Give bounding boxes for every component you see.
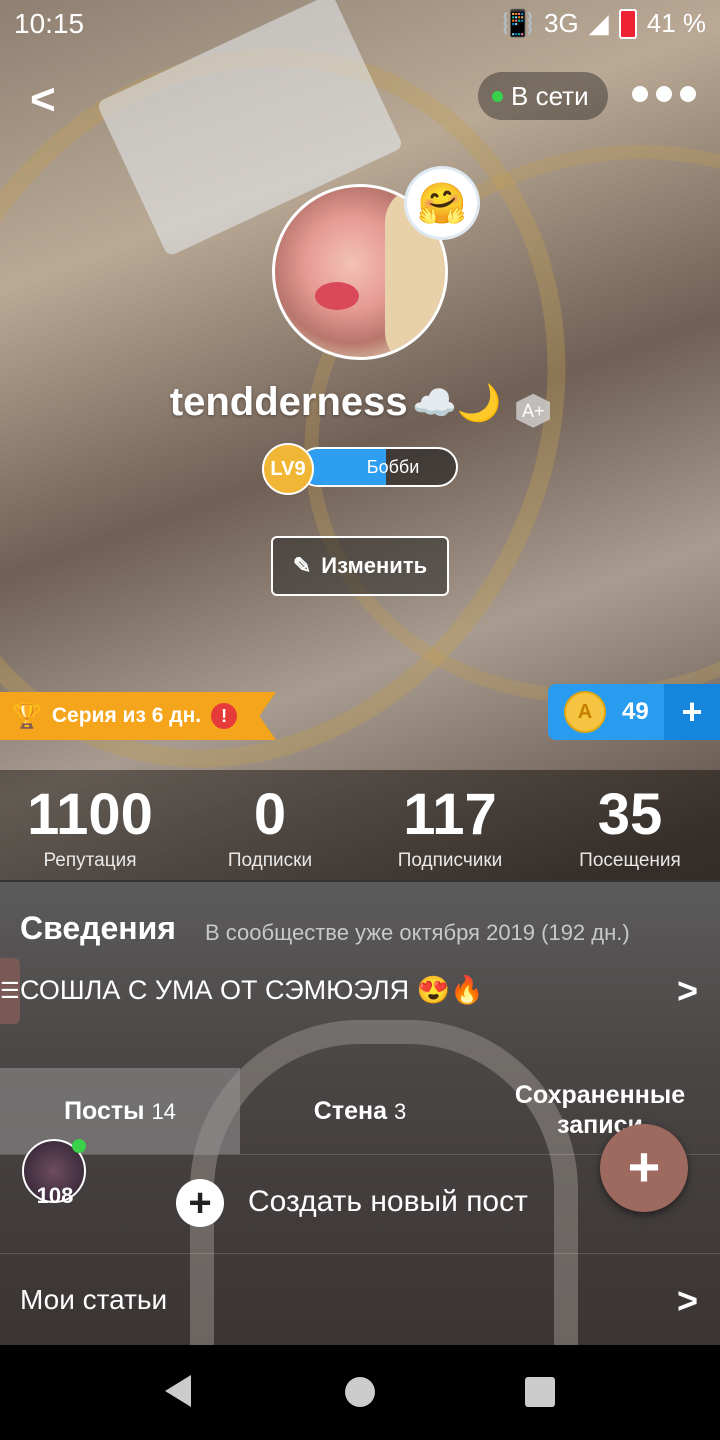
back-button[interactable]: <	[30, 75, 56, 125]
stat-visits[interactable]: 35 Посещения	[540, 770, 720, 882]
tab-posts[interactable]: Посты 14	[0, 1068, 240, 1154]
username: tendderness	[169, 380, 408, 424]
stat-label: Посещения	[579, 850, 681, 871]
bio-row[interactable]: ☰ СОШЛА С УМА ОТ СЭМЮЭЛЯ 😍🔥 >	[0, 958, 720, 1024]
status-time: 10:15	[14, 8, 85, 39]
trophy-icon: 🏆	[12, 702, 42, 730]
stat-label: Репутация	[43, 850, 137, 871]
level-crown-icon: LV9	[262, 443, 314, 495]
stat-reputation[interactable]: 1100 Репутация	[0, 770, 180, 882]
stat-value: 0	[253, 782, 287, 847]
network-label: 3G	[544, 8, 579, 38]
back-nav-icon[interactable]	[165, 1375, 191, 1407]
level-title: Бобби	[366, 457, 420, 477]
streak-banner[interactable]: 🏆 Серия из 6 дн. !	[0, 692, 276, 740]
online-dot-icon	[72, 1139, 86, 1153]
battery-icon	[618, 8, 637, 39]
dot-icon	[656, 86, 672, 102]
dot-icon	[632, 86, 648, 102]
create-post-label: Создать новый пост	[248, 1185, 528, 1218]
menu-handle-icon[interactable]: ☰	[0, 958, 20, 1024]
system-nav-bar	[0, 1345, 720, 1440]
avatar-sticker: 🤗	[404, 166, 480, 240]
vibrate-icon: 📳	[501, 8, 535, 38]
bio-text: СОШЛА С УМА ОТ СЭМЮЭЛЯ 😍🔥	[20, 975, 484, 1005]
tab-wall[interactable]: Стена 3	[240, 1068, 480, 1154]
chevron-left-icon: <	[30, 75, 56, 124]
recents-nav-icon[interactable]	[525, 1377, 555, 1407]
stat-value: 117	[403, 782, 497, 847]
my-articles-label: Мои статьи	[20, 1284, 168, 1315]
stat-following[interactable]: 0 Подписки	[180, 770, 360, 882]
level-label: LV9	[270, 457, 306, 480]
more-options-button[interactable]	[632, 86, 696, 102]
level-badge[interactable]: Бобби LV9	[262, 443, 458, 495]
level-progress-bar: Бобби	[298, 447, 458, 487]
tab-count: 3	[393, 1099, 407, 1124]
coin-count: 49	[622, 698, 649, 725]
chevron-right-icon: >	[676, 970, 698, 1011]
aplus-badge[interactable]: A+	[516, 393, 551, 428]
stat-followers[interactable]: 117 Подписчики	[360, 770, 540, 882]
tab-count: 14	[151, 1099, 176, 1124]
battery-label: 41 %	[646, 8, 706, 38]
coins-widget[interactable]: A 49 +	[548, 684, 720, 740]
online-label: В сети	[511, 80, 589, 111]
info-title: Сведения	[20, 910, 176, 946]
edit-icon: ✎	[292, 553, 312, 578]
home-nav-icon[interactable]	[345, 1377, 375, 1407]
tab-saved[interactable]: Сохраненные записи	[480, 1068, 720, 1154]
streak-label: Серия из 6 дн.	[51, 704, 202, 727]
add-fab-button[interactable]: +	[600, 1124, 688, 1212]
plus-icon: +	[176, 1179, 224, 1227]
tab-label: Стена	[313, 1097, 387, 1125]
stat-value: 35	[597, 782, 663, 847]
avatar-badge: 108	[36, 1183, 74, 1208]
username-emoji: ☁️🌙	[412, 382, 502, 423]
coin-icon: A	[564, 691, 606, 733]
tab-label: Посты	[64, 1097, 145, 1125]
plus-icon: +	[627, 1135, 661, 1198]
add-coins-button[interactable]: +	[664, 684, 720, 740]
edit-label: Изменить	[321, 553, 428, 578]
online-status-badge: В сети	[478, 72, 608, 120]
stat-label: Подписки	[227, 850, 313, 871]
username-row: tendderness ☁️🌙 A+	[0, 380, 720, 428]
stat-label: Подписчики	[397, 850, 503, 871]
online-dot-icon	[492, 90, 503, 102]
stat-value: 1100	[27, 782, 153, 847]
my-articles-row[interactable]: Мои статьи >	[0, 1253, 720, 1346]
dot-icon	[680, 86, 696, 102]
warning-icon: !	[211, 703, 238, 729]
member-since: В сообществе уже октября 2019 (192 дн.)	[205, 920, 630, 945]
status-bar: 10:15 📳 3G ◢ 41 %	[0, 0, 720, 50]
signal-icon: ◢	[588, 8, 609, 38]
chevron-right-icon: >	[676, 1280, 698, 1321]
edit-profile-button[interactable]: ✎ Изменить	[271, 536, 449, 596]
stats-bar: 1100 Репутация 0 Подписки 117 Подписчики…	[0, 770, 720, 882]
